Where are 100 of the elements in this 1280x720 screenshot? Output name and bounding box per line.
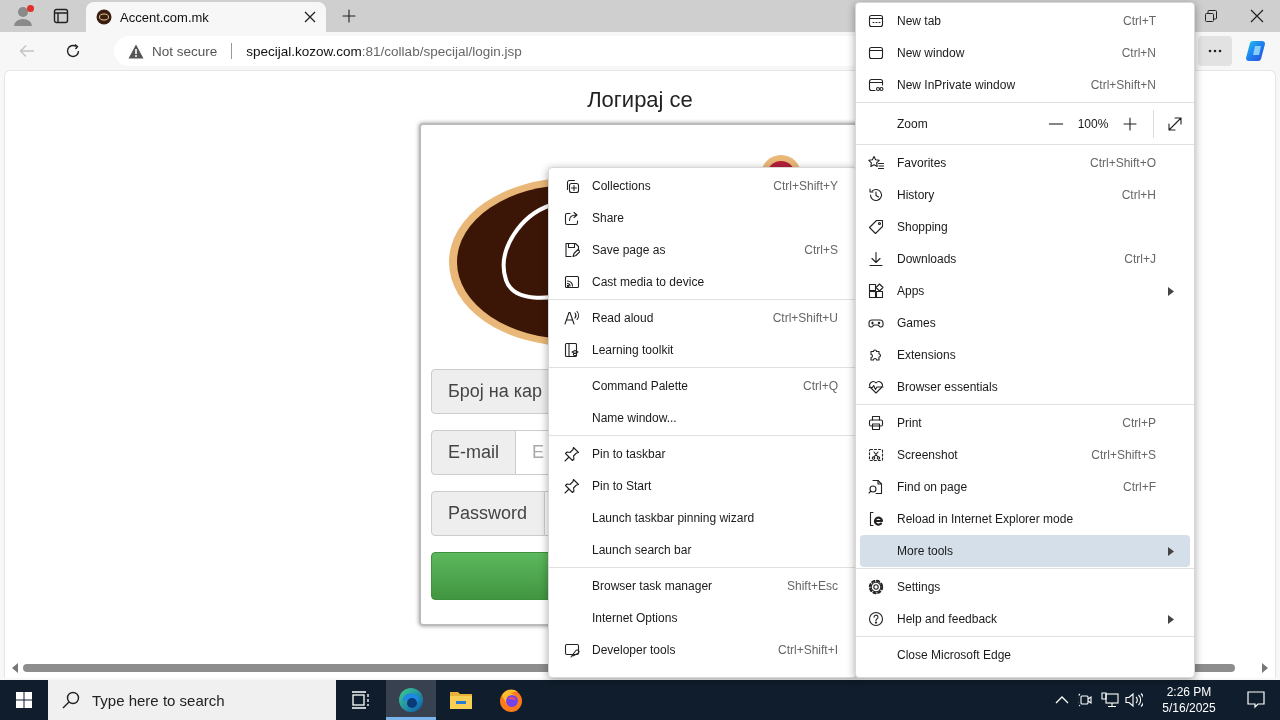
shortcut-text: Ctrl+Shift+S [1091, 448, 1156, 462]
menu-item[interactable]: Pin to Start [553, 470, 852, 502]
shortcut-text: Ctrl+Q [803, 379, 838, 393]
scroll-right-icon[interactable] [1261, 663, 1269, 673]
plus-icon [1122, 116, 1138, 132]
menu-item[interactable]: Print Ctrl+P [860, 407, 1190, 439]
menu-item[interactable]: Downloads Ctrl+J [860, 243, 1190, 275]
menu-item[interactable]: Cast media to device [553, 266, 852, 298]
menu-item[interactable]: Browser task manager Shift+Esc [553, 570, 852, 602]
refresh-icon[interactable] [65, 43, 81, 59]
folder-icon [449, 690, 473, 710]
menu-item[interactable]: Help and feedback [860, 603, 1190, 635]
tag-icon [868, 219, 884, 235]
shortcut-text: Ctrl+Shift+O [1089, 156, 1156, 170]
read-aloud-icon [564, 310, 580, 326]
menu-item[interactable]: New window Ctrl+N [860, 37, 1190, 69]
menu-item[interactable]: Internet Options [553, 602, 852, 634]
field-label: Password [431, 491, 545, 536]
taskbar-app[interactable] [386, 680, 436, 720]
shortcut-text: Ctrl+N [1121, 46, 1156, 60]
shortcut-text: Ctrl+Shift+I [777, 643, 838, 657]
network-icon[interactable] [1101, 692, 1119, 708]
warning-icon [128, 43, 144, 59]
task-view-icon [351, 691, 371, 709]
download-icon [868, 251, 884, 267]
menu-item[interactable]: Extensions [860, 339, 1190, 371]
menu-item[interactable]: Developer tools Ctrl+Shift+I [553, 634, 852, 666]
field-label: E-mail [431, 430, 516, 475]
menu-item[interactable]: Games [860, 307, 1190, 339]
menu-item[interactable]: Launch taskbar pinning wizard [553, 502, 852, 534]
avatar-icon[interactable] [12, 5, 34, 27]
camera-icon[interactable] [1078, 692, 1094, 708]
heart-pulse-icon [868, 379, 884, 395]
shortcut-text: Ctrl+H [1121, 188, 1156, 202]
shortcut-text: Shift+Esc [786, 579, 838, 593]
help-icon [868, 611, 884, 627]
menu-item[interactable]: History Ctrl+H [860, 179, 1190, 211]
zoom-label: Zoom [897, 117, 929, 131]
address-url[interactable]: specijal.kozow.com:81/collab/specijal/login.jsp [246, 43, 522, 59]
menu-item[interactable]: Apps [860, 275, 1190, 307]
window-icon [868, 45, 884, 61]
close-icon[interactable] [1250, 9, 1264, 23]
save-icon [564, 242, 580, 258]
shortcut-text: Ctrl+F [1123, 480, 1156, 494]
collections-icon [564, 178, 580, 194]
menu-item[interactable]: More tools [860, 535, 1190, 567]
shortcut-text: Ctrl+Shift+N [1090, 78, 1156, 92]
notification-icon[interactable] [1247, 691, 1265, 709]
clock-time[interactable]: 2:26 PM [1166, 684, 1212, 700]
pin-icon [564, 478, 580, 494]
volume-icon[interactable] [1125, 692, 1143, 708]
zoom-value: 100% [1076, 117, 1110, 131]
menu-item[interactable]: Screenshot Ctrl+Shift+S [860, 439, 1190, 471]
browser-tab[interactable]: Accent.com.mk [86, 2, 326, 32]
menu-item[interactable]: Collections Ctrl+Shift+Y [553, 170, 852, 202]
shortcut-text: Ctrl+S [804, 243, 838, 257]
tab-actions-icon[interactable] [53, 8, 69, 24]
shortcut-text: Ctrl+T [1123, 14, 1156, 28]
menu-item[interactable]: Save page as Ctrl+S [553, 234, 852, 266]
menu-item[interactable]: Shopping [860, 211, 1190, 243]
taskbar-search-field[interactable]: Type here to search [48, 680, 336, 720]
menu-item[interactable]: Read aloud Ctrl+Shift+U [553, 302, 852, 334]
menu-item[interactable]: Share [553, 202, 852, 234]
menu-item[interactable]: Settings [860, 571, 1190, 603]
scroll-left-icon[interactable] [11, 663, 19, 673]
puzzle-icon [868, 347, 884, 363]
menu-item[interactable]: Favorites Ctrl+Shift+O [860, 147, 1190, 179]
menu-item[interactable]: Reload in Internet Explorer mode [860, 503, 1190, 535]
site-favicon [96, 9, 112, 25]
more-icon [1207, 49, 1223, 53]
menu-item[interactable]: Pin to taskbar [553, 438, 852, 470]
chevron-up-icon[interactable] [1055, 696, 1069, 704]
shortcut-text: Ctrl+J [1124, 252, 1156, 266]
fox-browser-icon [498, 687, 524, 713]
book-icon [564, 342, 580, 358]
clock-date[interactable]: 5/16/2025 [1162, 700, 1216, 716]
fullscreen-icon [1167, 116, 1183, 132]
menu-item[interactable]: Find on page Ctrl+F [860, 471, 1190, 503]
close-icon[interactable] [304, 11, 316, 23]
menu-item[interactable]: Close Microsoft Edge [860, 639, 1190, 671]
plus-icon[interactable] [341, 8, 357, 24]
screenshot-icon [868, 447, 884, 463]
new-tab-icon [868, 13, 884, 29]
shortcut-text: Ctrl+P [1122, 416, 1156, 430]
restore-icon[interactable] [1205, 10, 1217, 22]
minus-icon [1049, 123, 1063, 125]
pin-icon [564, 446, 580, 462]
menu-item[interactable]: New tab Ctrl+T [860, 5, 1190, 37]
share-icon [564, 210, 580, 226]
cast-icon [564, 274, 580, 290]
star-list-icon [868, 155, 884, 171]
menu-item[interactable]: New InPrivate window Ctrl+Shift+N [860, 69, 1190, 101]
menu-item[interactable]: Launch search bar [553, 534, 852, 566]
shortcut-text: Ctrl+Shift+U [772, 311, 838, 325]
settings-icon [868, 579, 884, 595]
windows-logo-icon [16, 692, 32, 708]
menu-item[interactable]: Browser essentials [860, 371, 1190, 403]
menu-item[interactable]: Learning toolkit [553, 334, 852, 366]
apps-icon [868, 283, 884, 299]
security-label[interactable]: Not secure [152, 43, 218, 59]
